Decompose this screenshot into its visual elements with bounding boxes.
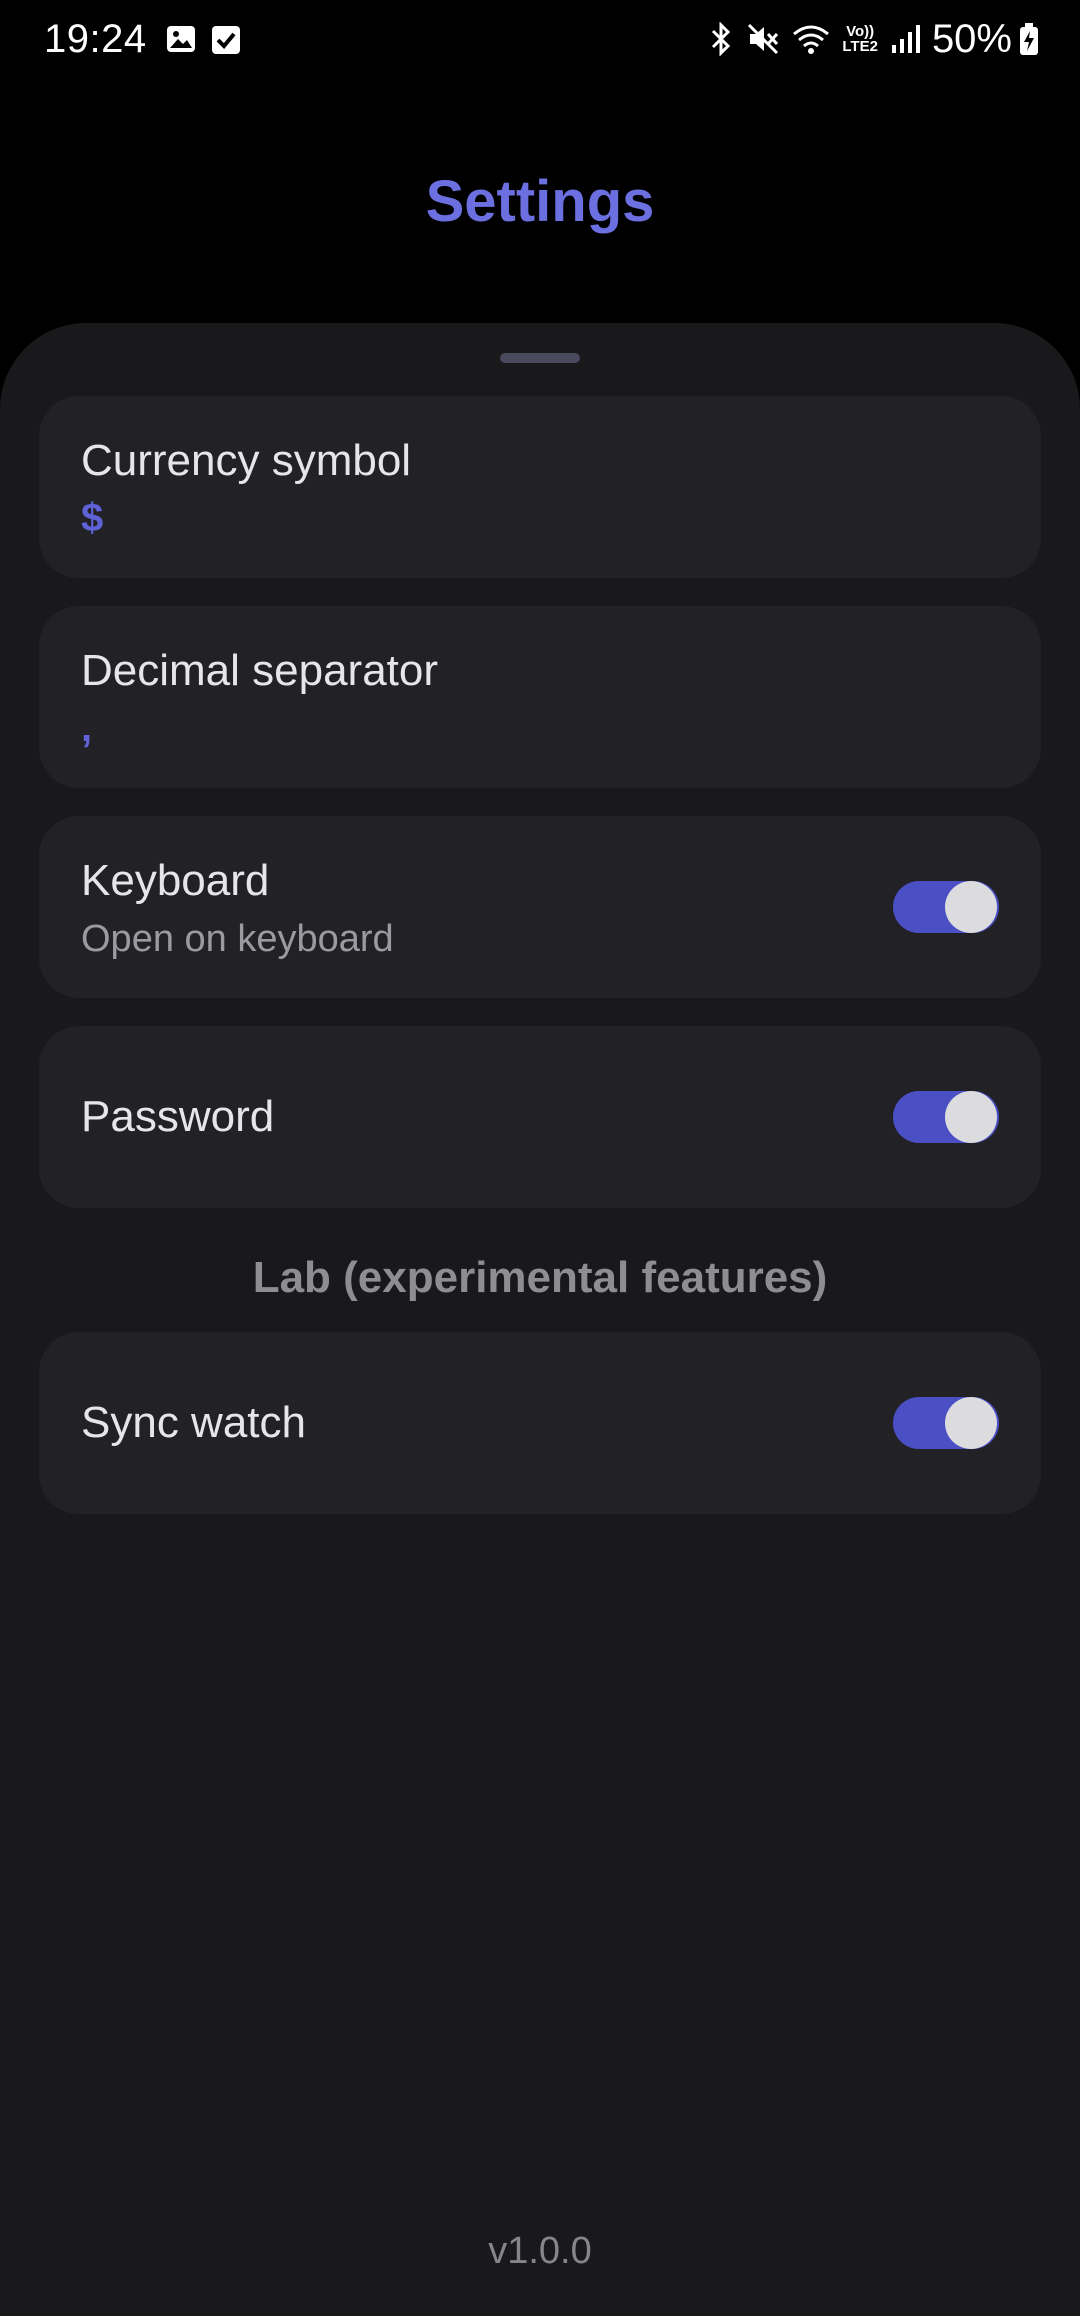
decimal-separator-setting[interactable]: Decimal separator , [39, 606, 1041, 788]
status-left: 19:24 [44, 17, 255, 62]
toggle-knob [945, 1091, 997, 1143]
sync-watch-toggle[interactable] [893, 1397, 999, 1449]
signal-icon [890, 23, 920, 55]
password-toggle[interactable] [893, 1091, 999, 1143]
toggle-knob [945, 1397, 997, 1449]
keyboard-subtitle: Open on keyboard [81, 918, 394, 960]
keyboard-toggle[interactable] [893, 881, 999, 933]
page-title: Settings [425, 169, 655, 234]
wifi-icon [792, 23, 830, 55]
checkbox-icon [211, 23, 241, 55]
currency-symbol-value: $ [81, 496, 104, 540]
battery-percent: 50% [931, 16, 1012, 61]
status-time: 19:24 [44, 16, 147, 61]
network-type-label: Vo)) LTE2 [842, 24, 878, 54]
toggle-knob [945, 881, 997, 933]
settings-sheet: Currency symbol $ Decimal separator , Ke… [0, 323, 1080, 2316]
keyboard-title: Keyboard [81, 856, 270, 905]
password-setting[interactable]: Password [39, 1026, 1041, 1208]
password-title: Password [81, 1092, 275, 1141]
drag-handle[interactable] [500, 353, 580, 363]
battery-icon [1018, 22, 1040, 56]
image-icon [165, 23, 197, 55]
keyboard-setting[interactable]: Keyboard Open on keyboard [39, 816, 1041, 998]
status-right: Vo)) LTE2 50% [708, 17, 1040, 62]
currency-symbol-title: Currency symbol [81, 436, 412, 485]
app-version: v1.0.0 [488, 2230, 592, 2272]
bluetooth-icon [708, 22, 734, 56]
sync-watch-title: Sync watch [81, 1398, 306, 1447]
status-bar: 19:24 Vo)) LTE2 50% [0, 0, 1080, 78]
currency-symbol-setting[interactable]: Currency symbol $ [39, 396, 1041, 578]
network-label-bottom: LTE2 [842, 38, 878, 55]
decimal-separator-title: Decimal separator [81, 646, 439, 695]
mute-icon [746, 22, 780, 56]
sync-watch-setting[interactable]: Sync watch [39, 1332, 1041, 1514]
lab-section-heading: Lab (experimental features) [252, 1253, 828, 1302]
decimal-separator-value: , [81, 706, 93, 750]
network-label-top: Vo)) [846, 23, 875, 40]
